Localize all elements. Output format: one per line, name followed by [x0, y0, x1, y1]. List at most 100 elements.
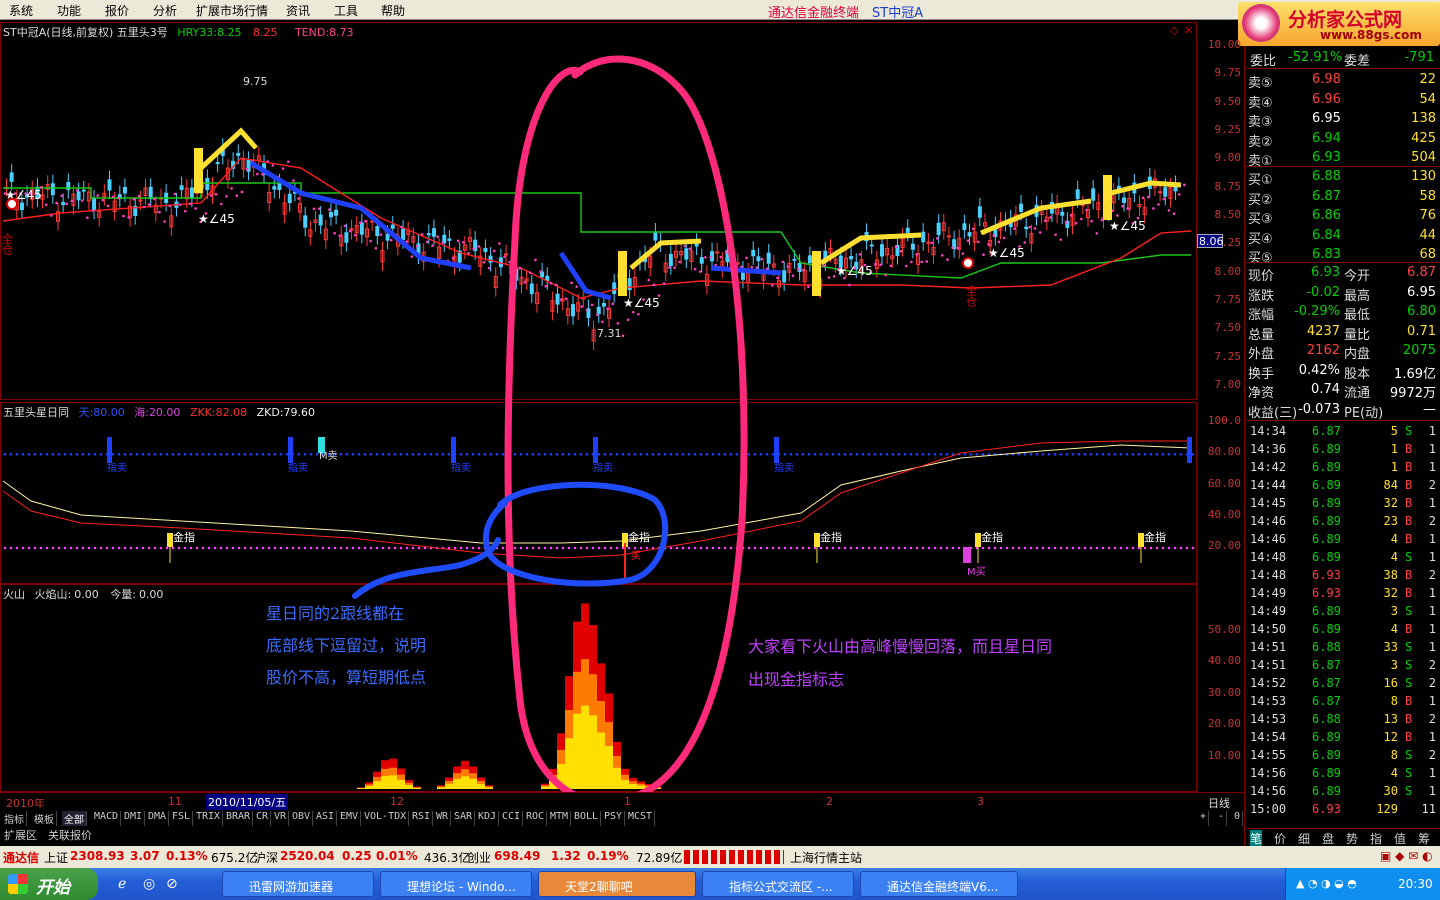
- tab-vol-tdx[interactable]: VOL-TDX: [362, 811, 410, 826]
- tab-brar[interactable]: BRAR: [224, 811, 254, 826]
- task-formula[interactable]: 指标公式交流区 -...: [702, 871, 854, 897]
- tab-psy[interactable]: PSY: [602, 811, 626, 826]
- quote-tab-5[interactable]: 指: [1370, 830, 1382, 847]
- task-xunlei[interactable]: 迅雷网游加速器: [222, 871, 374, 897]
- tab-obv[interactable]: OBV: [290, 811, 314, 826]
- tick-side: B: [1405, 514, 1413, 528]
- current-price-marker: 8.06: [1197, 234, 1224, 248]
- task-formula-label: 指标公式交流区 -...: [729, 880, 833, 894]
- tick-volume: 33: [1383, 640, 1398, 654]
- stat-label-2: 量比: [1344, 327, 1371, 343]
- tick-price: 6.89: [1312, 550, 1341, 564]
- tick-row: 14:51 6.88 33 S 1: [1248, 639, 1440, 657]
- volcano-tick-label: 40.00: [1207, 654, 1241, 668]
- tab-control-1[interactable]: -: [1216, 811, 1228, 826]
- price-tick-label: 7.50: [1214, 321, 1242, 335]
- ext-tab-bar: 扩展区 关联报价: [0, 826, 1244, 843]
- stat-value-2: 0.71: [1407, 323, 1436, 339]
- tab-模板[interactable]: 模板: [32, 811, 57, 826]
- tick-time: 14:53: [1250, 694, 1287, 708]
- tab-emv[interactable]: EMV: [338, 811, 362, 826]
- quote-tab-3[interactable]: 盘: [1322, 830, 1334, 847]
- quote-tab-1[interactable]: 价: [1274, 830, 1286, 847]
- tick-volume: 8: [1390, 694, 1398, 708]
- tick-volume: 12: [1383, 730, 1398, 744]
- price-tick-label: 8.00: [1214, 264, 1242, 278]
- tab-ext-area[interactable]: 扩展区: [4, 827, 37, 843]
- tab-trix[interactable]: TRIX: [194, 811, 224, 826]
- task-chat[interactable]: 天堂2聊聊吧: [538, 871, 696, 897]
- ratio-label: 委比: [1250, 54, 1277, 69]
- quote-tab-7[interactable]: 筹: [1418, 830, 1430, 847]
- ask-row: 卖⑤ 6.98 22: [1248, 71, 1440, 91]
- task-tdx[interactable]: 通达信金融终端V6...: [860, 871, 1018, 897]
- ie-icon[interactable]: ℯ: [118, 876, 126, 892]
- cy-label: 创业: [467, 851, 492, 865]
- stat-label: 现价: [1248, 269, 1275, 284]
- indicator-tick-label: 40.00: [1207, 507, 1241, 521]
- tab-dma[interactable]: DMA: [146, 811, 170, 826]
- task-forum[interactable]: 理想论坛 - Windo...: [380, 871, 532, 897]
- tab-asi[interactable]: ASI: [314, 811, 338, 826]
- tab-指标[interactable]: 指标: [2, 811, 27, 826]
- tab-cci[interactable]: CCI: [500, 811, 524, 826]
- tab-wr[interactable]: WR: [434, 811, 452, 826]
- quicklaunch-icon[interactable]: ⊘: [166, 876, 178, 892]
- tick-count: 1: [1428, 730, 1436, 744]
- app-window: 系统 功能 报价 分析 扩展市场行情 资讯 工具 帮助 通达信金融终端 ST中冠…: [0, 0, 1440, 900]
- tick-row: 14:51 6.87 3 S 2: [1248, 657, 1440, 675]
- tab-kdj[interactable]: KDJ: [476, 811, 500, 826]
- tab-cr[interactable]: CR: [254, 811, 272, 826]
- ask-label: 卖④: [1248, 95, 1273, 111]
- tick-volume: 23: [1383, 514, 1398, 528]
- tick-count: 2: [1428, 478, 1436, 492]
- stat-label: 总量: [1248, 327, 1275, 343]
- system-tray: ▲ ◔ ◑ ◒ ◓ 20:30: [1285, 868, 1440, 900]
- tab-rsi[interactable]: RSI: [410, 811, 434, 826]
- tick-count: 1: [1428, 604, 1436, 618]
- tick-time: 14:48: [1250, 550, 1287, 564]
- quote-tab-6[interactable]: 值: [1394, 830, 1406, 847]
- tab-fsl[interactable]: FSL: [170, 811, 194, 826]
- tab-roc[interactable]: ROC: [524, 811, 548, 826]
- tab-mcst[interactable]: MCST: [626, 811, 656, 826]
- sh-percent: 0.13%: [166, 849, 208, 863]
- tab-control-0[interactable]: +: [1198, 811, 1210, 826]
- tab-全部[interactable]: 全部: [62, 811, 87, 826]
- tab-macd[interactable]: MACD: [92, 811, 122, 826]
- status-icons[interactable]: ▣ ◆ ✉ ◐: [1380, 849, 1433, 863]
- tab-dmi[interactable]: DMI: [122, 811, 146, 826]
- tick-row: 14:55 6.89 8 S 2: [1248, 747, 1440, 765]
- quote-tab-4[interactable]: 势: [1346, 830, 1358, 847]
- tray-icons[interactable]: ▲ ◔ ◑ ◒ ◓: [1296, 877, 1357, 890]
- tick-side: S: [1405, 766, 1413, 780]
- tab-vr[interactable]: VR: [272, 811, 290, 826]
- tab-mtm[interactable]: MTM: [548, 811, 572, 826]
- x-label-11: 11: [168, 795, 182, 808]
- stat-value: 2162: [1306, 343, 1340, 358]
- browser-icon[interactable]: ◎: [143, 876, 155, 892]
- stat-label: 涨幅: [1248, 308, 1275, 323]
- tick-time: 14:36: [1250, 442, 1287, 456]
- tick-volume: 3: [1390, 604, 1398, 618]
- tab-boll[interactable]: BOLL: [572, 811, 602, 826]
- tick-side: B: [1405, 532, 1413, 546]
- x-label-1: 1: [624, 795, 631, 808]
- tick-time: 14:34: [1250, 424, 1287, 438]
- tick-price: 6.89: [1312, 478, 1341, 492]
- pink-ellipse-annotation: [504, 55, 748, 806]
- tick-side: S: [1405, 748, 1413, 762]
- tab-related-quote[interactable]: 关联报价: [48, 827, 92, 843]
- quote-tab-0[interactable]: 笔: [1250, 830, 1263, 847]
- tick-count: 1: [1428, 622, 1436, 636]
- tab-control-2[interactable]: 0: [1232, 811, 1244, 826]
- tick-count: 1: [1428, 424, 1436, 438]
- tab-sar[interactable]: SAR: [452, 811, 476, 826]
- quote-tab-2[interactable]: 细: [1298, 830, 1310, 847]
- ask-row: 卖② 6.94 425: [1248, 130, 1440, 150]
- period-label[interactable]: 日线: [1208, 795, 1230, 811]
- tick-volume: 4: [1390, 766, 1398, 780]
- annotation-overlay: [352, 55, 748, 806]
- blue-ellipse-annotation: [483, 481, 669, 587]
- start-button[interactable]: 开始: [0, 868, 98, 900]
